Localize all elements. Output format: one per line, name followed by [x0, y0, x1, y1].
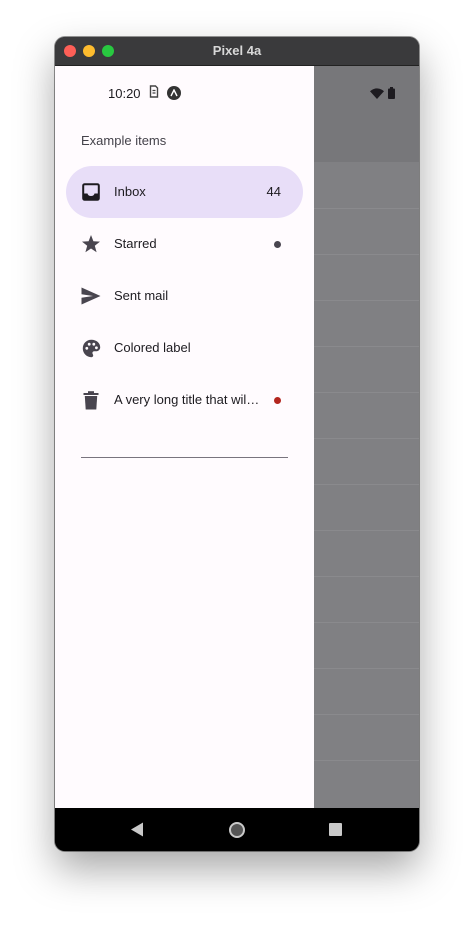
navigation-drawer: 10:20 Example items Inbox 44 Starred Sen…	[55, 66, 314, 808]
list-divider	[314, 668, 419, 669]
list-divider	[314, 392, 419, 393]
list-divider	[314, 438, 419, 439]
sim-icon	[149, 85, 159, 101]
nav-item-label: A very long title that will be truncated	[114, 392, 262, 407]
list-divider	[314, 254, 419, 255]
app-bar-behind-scrim	[314, 66, 419, 162]
star-icon	[81, 234, 101, 254]
status-dot	[274, 241, 281, 248]
list-divider	[314, 530, 419, 531]
nav-item-sent-mail[interactable]: Sent mail	[66, 270, 303, 322]
wifi-icon	[370, 86, 384, 104]
list-divider	[314, 208, 419, 209]
battery-icon	[388, 86, 395, 104]
back-button[interactable]	[130, 822, 144, 842]
system-navigation-bar	[55, 808, 419, 851]
device-screen: 10:20 Example items Inbox 44 Starred Sen…	[55, 66, 419, 808]
list-divider	[314, 300, 419, 301]
nav-item-inbox[interactable]: Inbox 44	[66, 166, 303, 218]
recents-button[interactable]	[329, 823, 342, 836]
inbox-icon	[81, 182, 101, 202]
status-time: 10:20	[108, 85, 141, 101]
emulator-window: Pixel 4a 10:20 Example items Inbox 44 St…	[55, 37, 419, 851]
unread-count-badge: 44	[266, 184, 281, 199]
window-title: Pixel 4a	[212, 43, 262, 58]
scrim[interactable]	[314, 66, 419, 808]
list-divider	[314, 576, 419, 577]
drawer-headline: Example items	[81, 133, 167, 148]
status-dot	[274, 397, 281, 404]
send-icon	[81, 286, 101, 306]
list-divider	[314, 760, 419, 761]
list-divider	[314, 714, 419, 715]
nav-item-label: Inbox	[114, 184, 146, 199]
home-button[interactable]	[229, 822, 245, 838]
nav-item-starred[interactable]: Starred	[66, 218, 303, 270]
list-divider	[314, 484, 419, 485]
list-divider	[314, 622, 419, 623]
status-bar-left: 10:20	[108, 85, 181, 101]
app-notification-icon	[166, 86, 181, 100]
window-titlebar[interactable]: Pixel 4a	[55, 37, 419, 66]
list-divider	[314, 346, 419, 347]
drawer-divider	[81, 457, 288, 458]
nav-item-colored-label[interactable]: Colored label	[66, 322, 303, 374]
nav-item-long-title[interactable]: A very long title that will be truncated	[66, 374, 303, 426]
nav-item-label: Colored label	[114, 340, 191, 355]
status-icons-right	[370, 86, 395, 104]
trash-icon	[81, 390, 101, 410]
palette-icon	[81, 338, 101, 358]
nav-item-label: Starred	[114, 236, 157, 251]
nav-item-label: Sent mail	[114, 288, 169, 303]
